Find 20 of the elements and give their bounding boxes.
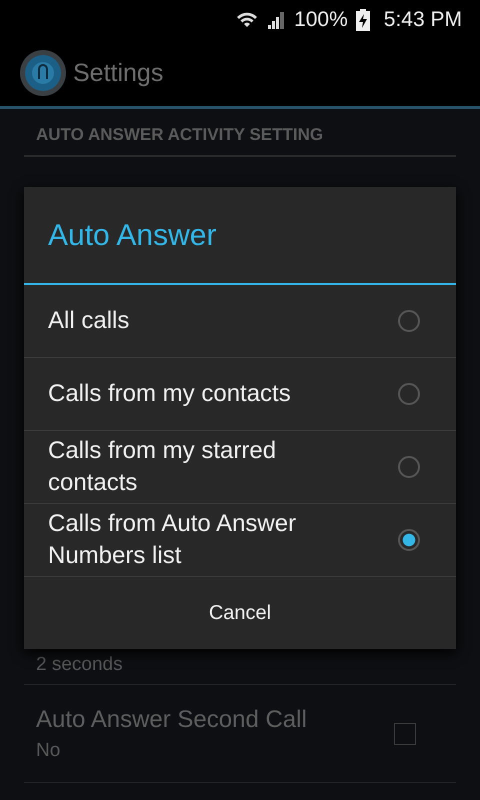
- app-icon: [19, 49, 67, 97]
- setting-summary: No: [36, 740, 62, 762]
- cancel-button[interactable]: Cancel: [24, 577, 456, 649]
- option-row[interactable]: Calls from my starred contacts: [24, 431, 456, 504]
- option-row[interactable]: All calls: [24, 285, 456, 358]
- checkbox[interactable]: [394, 722, 416, 744]
- radio-button[interactable]: [398, 456, 420, 478]
- dialog-title: Auto Answer: [24, 187, 456, 285]
- screen-title: Settings: [73, 58, 164, 88]
- radio-button[interactable]: [398, 383, 420, 405]
- clock: 5:43 PM: [384, 8, 462, 32]
- battery-charging-icon: [356, 9, 370, 31]
- radio-button[interactable]: [398, 529, 420, 551]
- option-row[interactable]: Calls from my contacts: [24, 358, 456, 431]
- section-header: AUTO ANSWER ACTIVITY SETTING: [24, 109, 456, 157]
- battery-level: 100%: [294, 8, 348, 32]
- setting-summary: 2 seconds: [36, 654, 123, 676]
- wifi-icon: [236, 10, 258, 30]
- signal-icon: [266, 11, 286, 29]
- radio-button[interactable]: [398, 310, 420, 332]
